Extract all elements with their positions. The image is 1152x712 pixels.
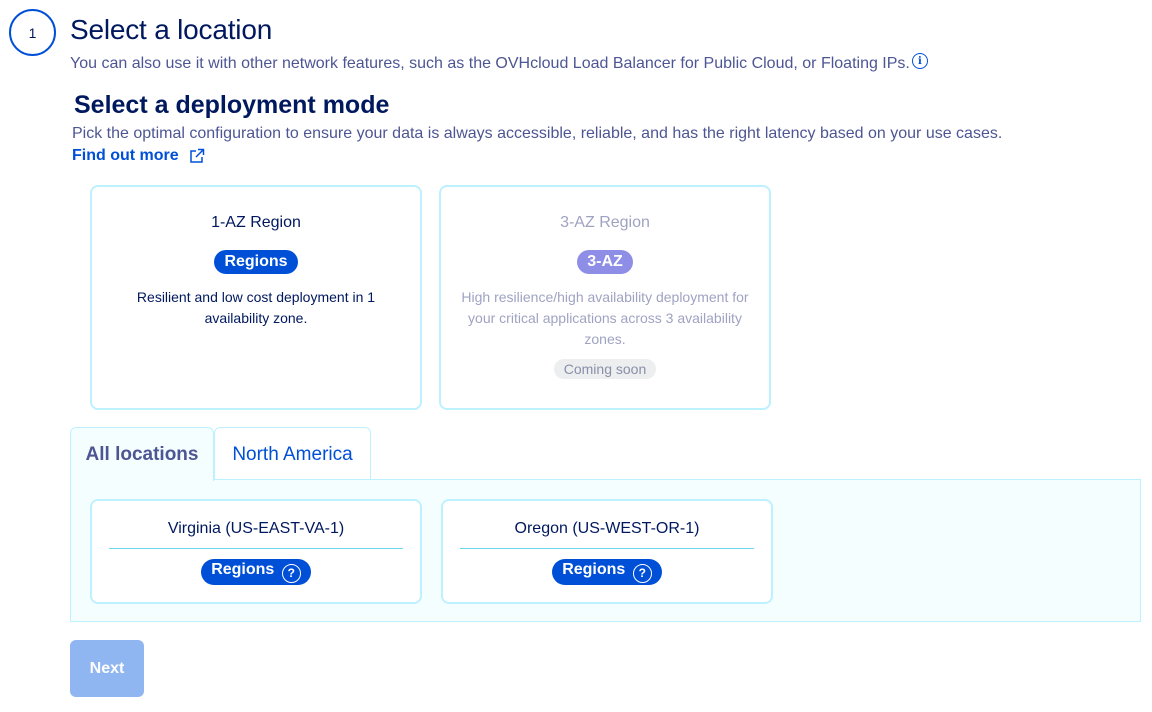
location-name: Oregon (US-WEST-OR-1): [514, 520, 700, 537]
regions-badge: Regions ?: [552, 559, 662, 585]
regions-badge-label: Regions: [211, 561, 275, 578]
external-link-icon: [189, 148, 204, 163]
regions-badge: Regions: [214, 250, 298, 274]
mode-card-description: High resilience/high availability deploy…: [461, 289, 749, 347]
help-icon-glyph: ?: [287, 566, 295, 580]
help-icon[interactable]: ?: [281, 563, 301, 583]
divider: [460, 548, 754, 549]
info-icon-glyph: i: [917, 55, 922, 67]
deployment-mode-description: Pick the optimal configuration to ensure…: [72, 125, 1003, 142]
info-icon[interactable]: i: [911, 53, 928, 69]
location-card-virginia[interactable]: Virginia (US-EAST-VA-1) Regions ?: [90, 499, 422, 604]
page-title: Select a location: [70, 14, 273, 45]
mode-card-title: 3-AZ Region: [560, 214, 650, 231]
tab-all-locations[interactable]: All locations: [70, 427, 214, 481]
location-card-oregon[interactable]: Oregon (US-WEST-OR-1) Regions ?: [441, 499, 773, 604]
regions-badge-label: Regions: [562, 561, 626, 578]
divider: [109, 548, 403, 549]
mode-card-description: Resilient and low cost deployment in 1 a…: [136, 289, 376, 326]
step-description: You can also use it with other network f…: [70, 53, 928, 73]
next-button[interactable]: Next: [70, 640, 144, 697]
help-icon-glyph: ?: [638, 566, 646, 580]
step-number-circle: 1: [9, 9, 56, 56]
find-out-more-link[interactable]: Find out more: [72, 147, 205, 165]
step-number: 1: [28, 24, 37, 41]
locations-panel: Virginia (US-EAST-VA-1) Regions ? Oregon…: [70, 479, 1141, 622]
mode-card-title: 1-AZ Region: [211, 214, 301, 231]
deployment-mode-card-1az[interactable]: 1-AZ Region Regions Resilient and low co…: [90, 185, 422, 410]
find-out-more-label: Find out more: [72, 147, 179, 164]
deployment-mode-card-3az: 3-AZ Region 3-AZ High resilience/high av…: [439, 185, 771, 410]
coming-soon-badge: Coming soon: [553, 359, 657, 379]
help-icon[interactable]: ?: [632, 563, 652, 583]
three-az-badge: 3-AZ: [577, 250, 633, 274]
deployment-mode-title: Select a deployment mode: [74, 91, 390, 119]
location-name: Virginia (US-EAST-VA-1): [167, 520, 345, 537]
tab-north-america[interactable]: North America: [214, 427, 371, 481]
regions-badge: Regions ?: [201, 559, 311, 585]
step-description-text: You can also use it with other network f…: [70, 55, 910, 72]
